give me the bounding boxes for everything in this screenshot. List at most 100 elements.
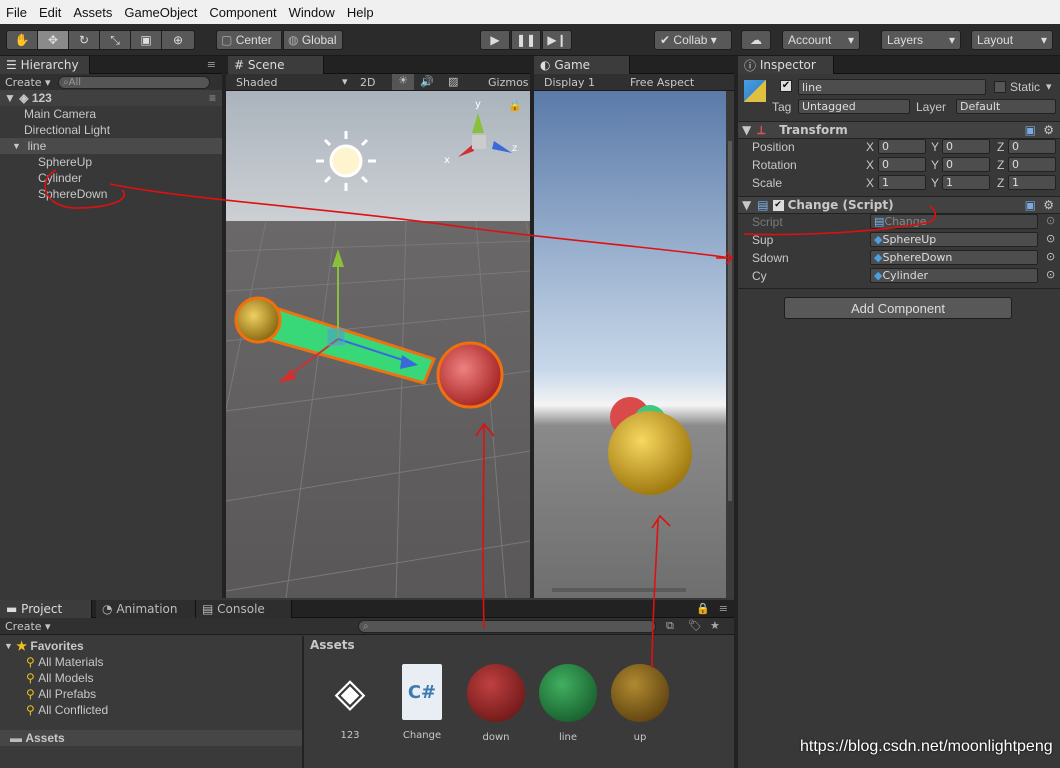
position-y-field[interactable]: 0 [942,139,990,154]
hand-tool-button[interactable]: ✋ [6,30,38,50]
tab-game[interactable]: ◐ Game [534,56,630,74]
tab-animation[interactable]: ◔ Animation [96,600,196,618]
tag-dropdown[interactable]: Untagged [798,99,910,114]
pause-button[interactable]: ❚❚ [511,30,541,50]
display-dropdown[interactable]: Display 1 [544,76,595,89]
dropdown-arrow-icon[interactable]: ▾ [1046,80,1052,93]
help-icon[interactable]: ▣ [1025,198,1036,212]
hierarchy-item-directional-light[interactable]: Directional Light [24,122,110,138]
asset-item[interactable]: down [464,664,528,743]
rotate-tool-button[interactable]: ↻ [68,30,100,50]
favorites-row[interactable]: ▼ ★ Favorites [4,638,84,654]
asset-item[interactable]: line [536,664,600,743]
hierarchy-item-cylinder[interactable]: Cylinder [38,170,82,186]
object-picker-icon[interactable]: ⊙ [1046,232,1055,245]
game-viewport[interactable] [534,91,734,598]
object-name-field[interactable]: line [798,79,986,95]
layers-dropdown[interactable]: Layers ▾ [881,30,961,50]
sdown-field[interactable]: ◆ SphereDown [870,250,1038,265]
lock-icon[interactable]: 🔒 [696,602,710,615]
rotation-x-field[interactable]: 0 [878,157,926,172]
lighting-toggle-icon[interactable]: ☀ [392,74,414,90]
script-component-header[interactable]: ▼ ▤ ✔ Change (Script) ▣ ⚙ [738,196,1060,214]
hierarchy-create-button[interactable]: Create ▾ [5,76,51,89]
tab-project[interactable]: ▬ Project [0,600,92,618]
object-picker-icon[interactable]: ⊙ [1046,250,1055,263]
hierarchy-item-spheredown[interactable]: SphereDown [38,186,107,202]
aspect-dropdown[interactable]: Free Aspect [630,76,694,89]
enabled-checkbox[interactable]: ✔ [772,199,784,211]
panel-menu-icon[interactable]: ≡ [719,602,728,615]
hierarchy-item-sphereup[interactable]: SphereUp [38,154,92,170]
layer-dropdown[interactable]: Default [956,99,1056,114]
cy-field[interactable]: ◆ Cylinder [870,268,1038,283]
favorite-item[interactable]: ⚲ All Materials [26,654,104,670]
game-scrollbar[interactable] [728,141,732,501]
pivot-toggle[interactable]: ▢ Center [216,30,282,50]
tab-scene[interactable]: # Scene [228,56,324,74]
asset-item[interactable]: ◈ 123 [318,664,382,741]
scale-z-field[interactable]: 1 [1008,175,1056,190]
asset-item[interactable]: up [608,664,672,743]
account-dropdown[interactable]: Account ▾ [782,30,860,50]
scale-x-field[interactable]: 1 [878,175,926,190]
audio-toggle-icon[interactable]: 🔊 [420,75,434,88]
layout-dropdown[interactable]: Layout ▾ [971,30,1053,50]
lock-icon[interactable]: 🔒 [508,99,522,112]
space-toggle[interactable]: ◍ Global [283,30,343,50]
collab-button[interactable]: ✔ Collab ▾ [654,30,732,50]
menu-gameobject[interactable]: GameObject [118,5,203,20]
add-component-button[interactable]: Add Component [784,297,1012,319]
gear-icon[interactable]: ⚙ [1043,198,1054,212]
menu-help[interactable]: Help [341,5,380,20]
asset-item[interactable]: C# Change [390,664,454,741]
favorite-item[interactable]: ⚲ All Prefabs [26,686,96,702]
cloud-button[interactable]: ☁ [741,30,771,50]
hierarchy-item-line[interactable]: ▼ line [0,138,222,154]
menu-window[interactable]: Window [283,5,341,20]
gizmos-dropdown[interactable]: Gizmos [488,76,529,89]
effects-toggle-icon[interactable]: ▨ [448,75,458,88]
scene-menu-icon[interactable]: ≡ [209,91,216,105]
menu-assets[interactable]: Assets [67,5,118,20]
position-x-field[interactable]: 0 [878,139,926,154]
hierarchy-item-main-camera[interactable]: Main Camera [24,106,96,122]
object-picker-icon[interactable]: ⊙ [1046,268,1055,281]
favorite-item[interactable]: ⚲ All Models [26,670,94,686]
hierarchy-search-input[interactable]: ⌕ All [58,76,210,89]
move-tool-button[interactable]: ✥ [37,30,69,50]
project-create-button[interactable]: Create ▾ [5,620,51,633]
help-icon[interactable]: ▣ [1025,123,1036,137]
scene-root-row[interactable]: ▼ ◈ 123 ≡ [0,90,222,106]
position-z-field[interactable]: 0 [1008,139,1056,154]
rotation-y-field[interactable]: 0 [942,157,990,172]
step-button[interactable]: ▶❙ [542,30,572,50]
tab-hierarchy[interactable]: ☰ Hierarchy [0,56,90,74]
assets-folder-row[interactable]: ▬ Assets [0,730,302,746]
project-search-input[interactable]: ⌕ [358,620,656,633]
transform-tool-button[interactable]: ⊕ [161,30,195,50]
scale-tool-button[interactable]: ⤡ [99,30,131,50]
scene-viewport[interactable]: y z x 🔒 [226,91,530,598]
panel-menu-icon[interactable]: ≡ [207,58,216,71]
favorite-item[interactable]: ⚲ All Conflicted [26,702,108,718]
rect-tool-button[interactable]: ▣ [130,30,162,50]
menu-file[interactable]: File [0,5,33,20]
game-hscrollbar[interactable] [552,588,686,592]
scale-y-field[interactable]: 1 [942,175,990,190]
filter-type-icon[interactable]: ⧉ [666,619,674,633]
filter-label-icon[interactable]: 🏷 [688,619,702,632]
play-button[interactable]: ▶ [480,30,510,50]
active-checkbox[interactable]: ✔ [780,80,792,92]
menu-edit[interactable]: Edit [33,5,67,20]
transform-header[interactable]: ▼ ⟂ Transform ▣ ⚙ [738,121,1060,139]
favorite-star-icon[interactable]: ★ [710,619,720,632]
object-picker-icon[interactable]: ⊙ [1046,214,1055,227]
static-checkbox[interactable] [994,81,1006,93]
shading-dropdown[interactable]: Shaded [236,76,277,89]
tab-inspector[interactable]: ⓘ Inspector [738,56,834,74]
menu-component[interactable]: Component [203,5,282,20]
gear-icon[interactable]: ⚙ [1043,123,1054,137]
mode-2d-button[interactable]: 2D [360,76,375,89]
rotation-z-field[interactable]: 0 [1008,157,1056,172]
